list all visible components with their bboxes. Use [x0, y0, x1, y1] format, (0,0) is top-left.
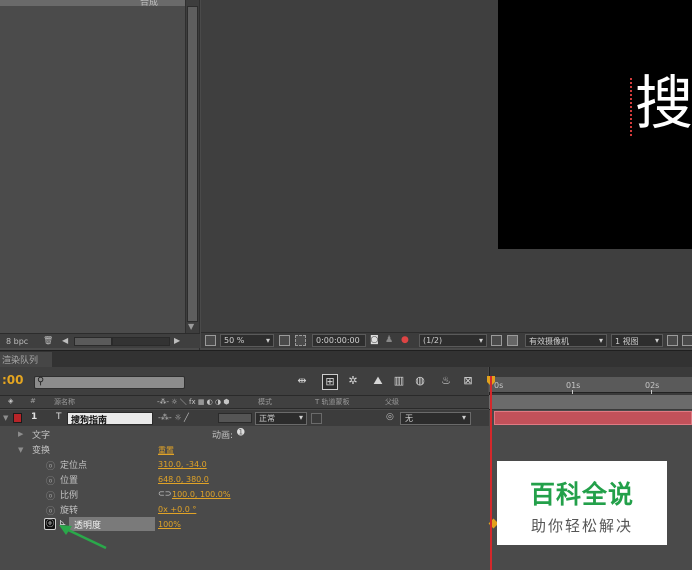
layer-name[interactable]: 搜狗指南	[67, 412, 153, 426]
bpc-indicator[interactable]: 8 bpc	[6, 337, 28, 346]
scroll-down-arrow-icon[interactable]: ▼	[188, 322, 194, 331]
scrollbar-thumb[interactable]	[187, 6, 198, 322]
viewer-timecode[interactable]: 0:00:00:00	[312, 334, 366, 347]
camera-snapshot-icon[interactable]: ◙	[370, 335, 379, 345]
annotation-arrow-icon	[59, 525, 107, 550]
project-panel: 合成 ▼ 8 bpc 🗑 ◀ ▶	[0, 0, 200, 350]
rotation-label: 旋转	[60, 506, 79, 516]
toggle-pixel-aspect-icon[interactable]	[667, 335, 678, 346]
text-group-expand-icon[interactable]: ▶	[18, 430, 23, 438]
scale-label: 比例	[60, 491, 79, 501]
graph-editor-icon[interactable]: ⊠	[460, 374, 476, 390]
zoom-select[interactable]: 50 % ▾	[220, 334, 274, 347]
stopwatch-icon[interactable]: ⓞ	[46, 489, 55, 502]
watermark-subtitle: 助你轻松解决	[530, 517, 633, 535]
watermark-title: 百科全说	[529, 480, 634, 509]
transform-group-expand-icon[interactable]: ▼	[18, 446, 23, 454]
safe-margins-icon[interactable]	[279, 335, 290, 346]
column-number[interactable]: #	[30, 397, 36, 405]
project-scrollbar[interactable]: ▼	[185, 0, 199, 333]
column-parent[interactable]: 父级	[385, 397, 399, 407]
transform-reset-link[interactable]: 重置	[158, 445, 174, 456]
current-time-indicator[interactable]	[490, 376, 492, 570]
brainstorm-icon[interactable]: ♨	[438, 374, 454, 390]
viewer-toolbar: 50 % ▾ 0:00:00:00 ◙ ♟ ● (1/2) ▾ 有效摄像机 ▾ 1 视…	[201, 332, 692, 348]
view-layout-select[interactable]: 1 视图 ▾	[611, 334, 663, 347]
anchor-point-label: 定位点	[60, 461, 88, 471]
camera-select[interactable]: 有效摄像机 ▾	[525, 334, 607, 347]
tab-render-queue[interactable]: 渲染队列	[0, 352, 52, 367]
panel-tab-bar	[0, 350, 692, 367]
draft-3d-icon[interactable]: ✲	[345, 374, 361, 390]
horizontal-scroll-thumb[interactable]	[74, 337, 112, 346]
motion-blur-icon[interactable]: ◍	[412, 374, 428, 390]
channel-color-icon[interactable]: ●	[401, 335, 409, 345]
mask-visibility-icon[interactable]	[295, 335, 306, 346]
column-trkmat[interactable]: T 轨道蒙板	[315, 397, 350, 407]
resolution-select[interactable]: (1/2) ▾	[419, 334, 487, 347]
text-layer-bounds	[630, 78, 633, 136]
label-column-icon[interactable]: ◈	[8, 397, 13, 405]
layer-expand-toggle-icon[interactable]: ▼	[3, 414, 8, 422]
ruler-tick	[572, 390, 573, 394]
work-area-bar[interactable]	[489, 395, 692, 409]
project-item-label: 合成	[140, 0, 159, 8]
stopwatch-icon[interactable]: ⓞ	[46, 504, 55, 517]
hide-shy-layers-icon[interactable]: ⛰	[370, 374, 386, 390]
column-switches[interactable]: -⁂- ☼ ＼ fx ▦ ◐ ◑ ⬢	[157, 397, 229, 407]
text-group-label[interactable]: 文字	[32, 428, 50, 441]
ruler-label: 0s	[494, 381, 504, 390]
project-bottom-bar: 8 bpc 🗑 ◀ ▶	[0, 333, 200, 348]
layer-duration-bar[interactable]	[494, 411, 692, 425]
column-source-name[interactable]: 源名称	[54, 397, 75, 407]
layer-label-color[interactable]	[13, 413, 22, 423]
time-ruler[interactable]	[489, 377, 692, 393]
blend-mode-select[interactable]: 正常 ▾	[255, 412, 307, 425]
region-of-interest-icon[interactable]	[491, 335, 502, 346]
stopwatch-icon[interactable]: ⓞ	[46, 474, 55, 487]
transform-group-label[interactable]: 变换	[32, 443, 50, 456]
scale-value[interactable]: 100.0, 100.0%	[172, 490, 231, 499]
track-matte-select[interactable]	[311, 413, 322, 424]
live-update-icon[interactable]: ⊞	[322, 374, 338, 390]
always-preview-icon[interactable]	[205, 335, 216, 346]
text-layer-icon: T	[56, 412, 62, 422]
column-mode[interactable]: 模式	[258, 397, 272, 407]
layer-fx-switches[interactable]	[218, 413, 252, 423]
constrain-proportions-icon[interactable]: ⊂⊃	[158, 489, 171, 498]
show-snapshot-icon[interactable]: ♟	[385, 335, 393, 345]
ruler-label: 02s	[645, 381, 660, 390]
comp-text[interactable]: 搜	[635, 74, 692, 132]
scroll-right-arrow-icon[interactable]: ▶	[174, 336, 180, 345]
composition-viewer: 搜	[201, 0, 692, 332]
scroll-left-arrow-icon[interactable]: ◀	[62, 336, 68, 345]
timeline-timecode[interactable]: :00	[2, 373, 24, 387]
opacity-value[interactable]: 100%	[158, 520, 181, 529]
ruler-tick	[651, 390, 652, 394]
pick-whip-icon[interactable]: ◎	[386, 412, 394, 422]
parent-select[interactable]: 无 ▾	[400, 412, 471, 425]
animate-menu-arrow-icon[interactable]: ➊	[237, 428, 245, 438]
transparency-grid-icon[interactable]	[507, 335, 518, 346]
layer-search-input[interactable]: ⚲	[34, 376, 185, 389]
fast-previews-icon[interactable]	[682, 335, 692, 346]
search-icon: ⚲	[37, 376, 45, 387]
stopwatch-icon[interactable]: ⓞ	[46, 459, 55, 472]
comp-mini-flowchart-icon[interactable]: ⇹	[294, 374, 310, 390]
composition-canvas[interactable]: 搜	[498, 0, 692, 249]
layer-switches[interactable]: -⁂- ☼ ╱	[158, 413, 189, 422]
animate-menu-label[interactable]: 动画:	[212, 428, 233, 441]
project-item-row[interactable]	[0, 0, 186, 6]
rotation-value[interactable]: 0x +0.0 °	[158, 505, 196, 514]
position-label: 位置	[60, 476, 79, 486]
anchor-point-value[interactable]: 310.0, -34.0	[158, 460, 207, 469]
frame-blending-icon[interactable]: ▥	[391, 374, 407, 390]
watermark-logo: 百科全说 助你轻松解决	[497, 461, 667, 545]
horizontal-scroll-track[interactable]	[112, 337, 170, 346]
trash-icon[interactable]: 🗑	[43, 336, 53, 345]
position-value[interactable]: 648.0, 380.0	[158, 475, 209, 484]
opacity-stopwatch-icon[interactable]: ⓞ	[44, 518, 56, 530]
layer-number: 1	[31, 412, 38, 422]
ruler-label: 01s	[566, 381, 581, 390]
